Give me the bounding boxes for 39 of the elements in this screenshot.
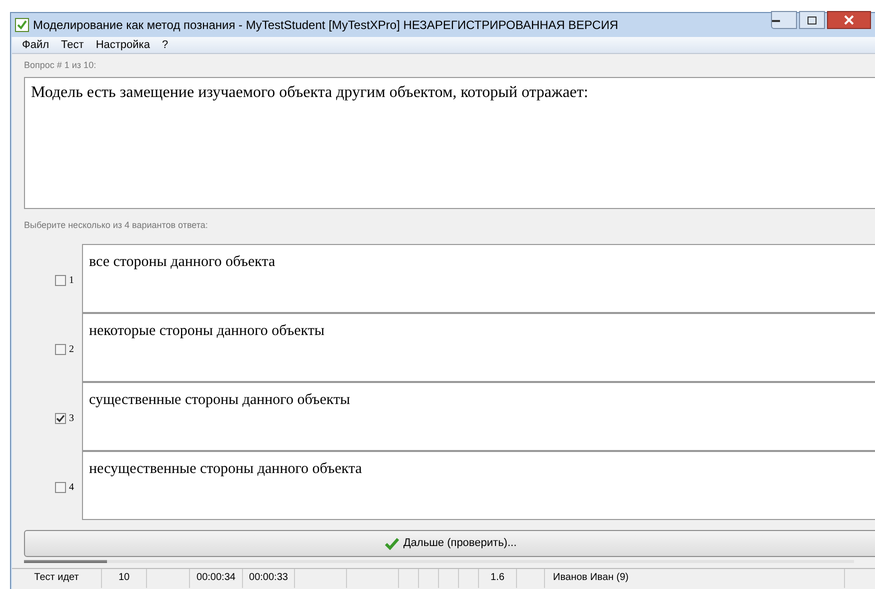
- answers-prompt: Выберите несколько из 4 вариантов ответа:: [24, 218, 209, 232]
- answer-checkbox[interactable]: [55, 413, 66, 424]
- answer-text: существенные стороны данного объекты: [89, 392, 350, 408]
- maximize-button[interactable]: [799, 11, 825, 29]
- minimize-icon: [772, 18, 782, 22]
- minimize-button[interactable]: [771, 11, 797, 29]
- question-header: Вопрос # 1 из 10:: [24, 59, 98, 72]
- answer-option[interactable]: все стороны данного объекта: [82, 244, 875, 313]
- answer-checkbox[interactable]: [55, 275, 66, 286]
- close-button[interactable]: [827, 11, 871, 29]
- question-text: Модель есть замещение изучаемого объекта другим объектом, который отражает:: [31, 84, 588, 100]
- answer-number: 1: [69, 274, 74, 288]
- menu-item[interactable]: ?: [162, 36, 168, 54]
- close-icon: [844, 15, 854, 25]
- window-title: Моделирование как метод познания - MyTestStudent [MyTestXPro] НЕЗАРЕГИСТРИРОВАННАЯ ВЕРСИЯ: [33, 17, 618, 34]
- answer-number: 4: [69, 481, 74, 495]
- menu-item[interactable]: Тест: [61, 36, 84, 54]
- checkmark-icon: [385, 538, 400, 550]
- answer-text: все стороны данного объекта: [89, 254, 276, 270]
- status-text: Иванов Иван (9): [553, 572, 629, 583]
- status-text: 10: [118, 572, 130, 583]
- answer-option[interactable]: несущественные стороны данного объекта: [82, 451, 875, 520]
- answer-number: 2: [69, 343, 74, 357]
- answer-text: некоторые стороны данного объекты: [89, 323, 324, 339]
- answer-number: 3: [69, 412, 74, 426]
- next-button[interactable]: Дальше (проверить)...: [24, 530, 875, 557]
- status-text: 00:00:34: [196, 572, 236, 583]
- checkmark-icon: [15, 18, 29, 32]
- status-text: 1.6: [490, 572, 504, 583]
- answer-option[interactable]: некоторые стороны данного объекты: [82, 313, 875, 382]
- answer-checkbox[interactable]: [55, 482, 66, 493]
- answer-checkbox[interactable]: [55, 344, 66, 355]
- menu-item[interactable]: Файл: [22, 36, 50, 54]
- maximize-icon: [807, 16, 817, 24]
- answer-text: несущественные стороны данного объекта: [89, 461, 362, 477]
- status-text: Тест идет: [34, 572, 79, 583]
- menu-item[interactable]: Настройка: [96, 36, 150, 54]
- status-text: 00:00:33: [249, 572, 288, 583]
- answer-option[interactable]: существенные стороны данного объекты: [82, 382, 875, 451]
